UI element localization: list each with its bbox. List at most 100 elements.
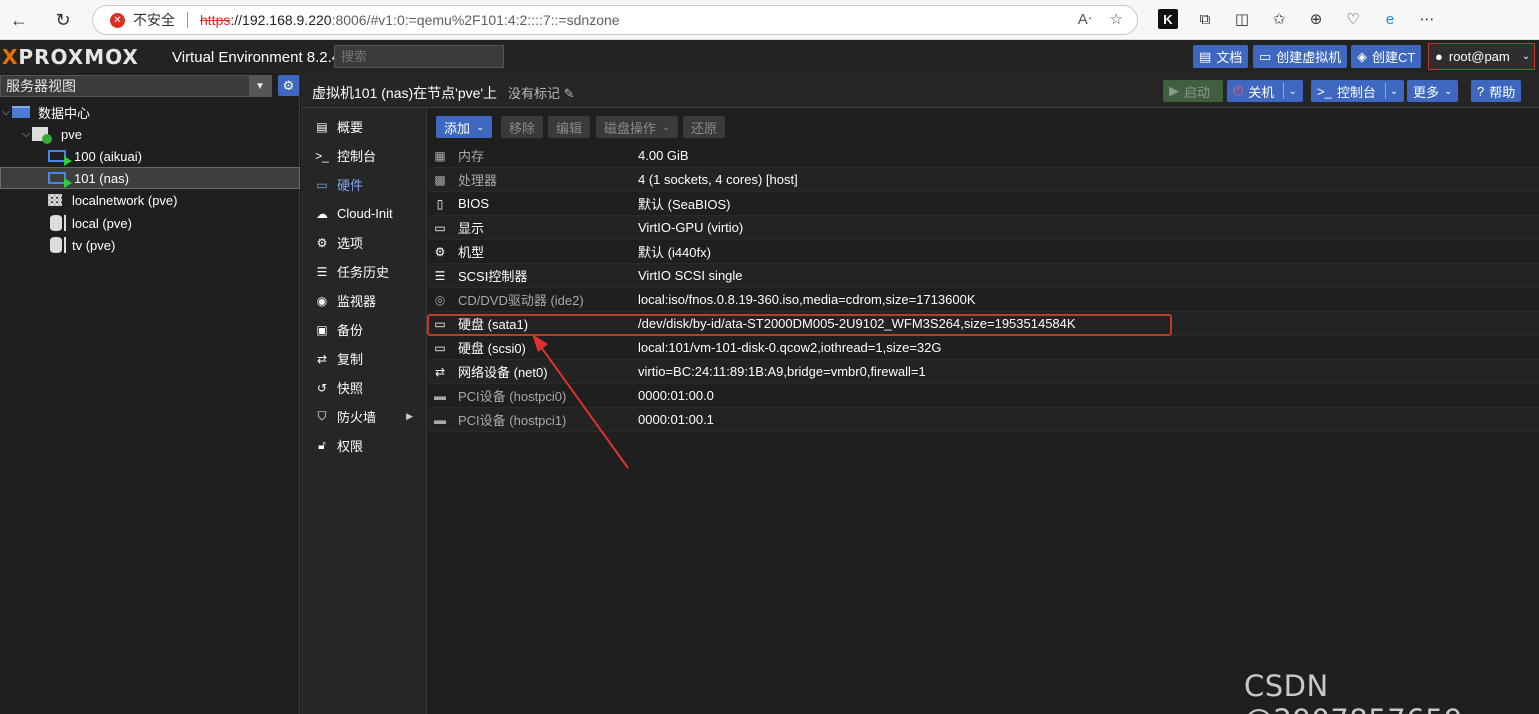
extension-k-icon[interactable]: K bbox=[1158, 9, 1178, 29]
nav-firewall[interactable]: ⛉ 防火墙 ▶ bbox=[301, 402, 427, 431]
add-button[interactable]: 添加 ⌄ bbox=[436, 116, 493, 138]
hw-value: /dev/disk/by-id/ata-ST2000DM005-2U9102_W… bbox=[638, 316, 1076, 331]
resource-tree: 服务器视图 ▼ ⚙ ⌵ 数据中心 ⌵ pve 100 (aikuai) 101 … bbox=[0, 73, 300, 714]
split-screen-icon[interactable]: ◫ bbox=[1232, 9, 1252, 29]
shutdown-button[interactable]: ⏻ 关机 ⌄ bbox=[1227, 80, 1303, 102]
hw-row-scsi-controller[interactable]: ☰ SCSI控制器 VirtIO SCSI single bbox=[428, 264, 1539, 288]
nav-label: 快照 bbox=[337, 381, 364, 396]
docs-button[interactable]: ▤ 文档 bbox=[1193, 45, 1249, 68]
tree-item-datacenter[interactable]: ⌵ 数据中心 bbox=[0, 101, 300, 123]
user-menu-button[interactable]: ● root@pam ⌄ bbox=[1428, 43, 1535, 70]
exchange-icon: ⇄ bbox=[434, 364, 446, 379]
create-vm-button[interactable]: ▭ 创建虚拟机 bbox=[1253, 45, 1348, 68]
hw-row-bios[interactable]: ▯ BIOS 默认 (SeaBIOS) bbox=[428, 192, 1539, 216]
hw-row-disk-sata1[interactable]: ▭ 硬盘 (sata1) /dev/disk/by-id/ata-ST2000D… bbox=[428, 312, 1539, 336]
reload-icon[interactable]: ↻ bbox=[49, 6, 77, 34]
read-aloud-icon[interactable]: Aᐧ bbox=[1078, 10, 1092, 28]
nav-console[interactable]: >_ 控制台 bbox=[301, 141, 427, 170]
start-button[interactable]: ▶ 启动 bbox=[1163, 80, 1223, 102]
nav-options[interactable]: ⚙ 选项 bbox=[301, 228, 427, 257]
hw-row-hostpci1[interactable]: ▬ PCI设备 (hostpci1) 0000:01:00.1 bbox=[428, 408, 1539, 432]
hw-row-hostpci0[interactable]: ▬ PCI设备 (hostpci0) 0000:01:00.0 bbox=[428, 384, 1539, 408]
extensions-puzzle-icon[interactable]: ⧉ bbox=[1195, 9, 1215, 29]
create-vm-label: 创建虚拟机 bbox=[1276, 50, 1342, 65]
vm-title: 虚拟机101 (nas)在节点'pve'上 bbox=[312, 85, 498, 101]
add-label: 添加 bbox=[444, 120, 471, 136]
expand-icon[interactable]: ⌵ bbox=[20, 128, 32, 141]
hw-row-net0[interactable]: ⇄ 网络设备 (net0) virtio=BC:24:11:89:1B:A9,b… bbox=[428, 360, 1539, 384]
hw-row-machine[interactable]: ⚙ 机型 默认 (i440fx) bbox=[428, 240, 1539, 264]
address-bar[interactable]: ✕ 不安全 https ://192.168.9.220 :8006/#v1:0… bbox=[92, 5, 1138, 35]
search-input[interactable] bbox=[334, 45, 504, 68]
create-ct-button[interactable]: ◈ 创建CT bbox=[1351, 45, 1422, 68]
tree-item-storage-local[interactable]: local (pve) bbox=[0, 212, 300, 234]
tags-editor[interactable]: 没有标记 ✎ bbox=[508, 83, 575, 102]
tree-item-storage-tv[interactable]: tv (pve) bbox=[0, 234, 300, 256]
nav-label: 复制 bbox=[337, 352, 364, 367]
help-button[interactable]: ? 帮助 bbox=[1471, 80, 1522, 102]
hw-row-disk-scsi0[interactable]: ▭ 硬盘 (scsi0) local:101/vm-101-disk-0.qco… bbox=[428, 336, 1539, 360]
tree-item-node-pve[interactable]: ⌵ pve bbox=[0, 123, 300, 145]
nav-label: 选项 bbox=[337, 236, 364, 251]
remove-label: 移除 bbox=[509, 120, 536, 136]
disk-action-label: 磁盘操作 bbox=[604, 120, 657, 136]
create-ct-label: 创建CT bbox=[1372, 50, 1416, 65]
hardware-panel: 添加 ⌄ 移除 编辑 磁盘操作 ⌄ 还原 ▦ 内存 4.00 GiB ▩ 处理器 4… bbox=[428, 108, 1539, 714]
chevron-right-icon[interactable]: ▶ bbox=[406, 411, 413, 422]
nav-permissions[interactable]: 🔓︎ 权限 bbox=[301, 431, 427, 460]
nav-replication[interactable]: ⇄ 复制 bbox=[301, 344, 427, 373]
hw-row-memory[interactable]: ▦ 内存 4.00 GiB bbox=[428, 144, 1539, 168]
remove-button[interactable]: 移除 bbox=[501, 116, 544, 138]
console-button[interactable]: >_ 控制台 ⌄ bbox=[1311, 80, 1405, 102]
tree-item-vm-100[interactable]: 100 (aikuai) bbox=[0, 145, 300, 167]
favorite-star-icon[interactable]: ☆ bbox=[1110, 10, 1123, 28]
tree-item-label: localnetwork (pve) bbox=[72, 192, 178, 208]
nav-label: 备份 bbox=[337, 323, 364, 338]
cube-icon: ◈ bbox=[1357, 48, 1367, 64]
performance-icon[interactable]: ♡ bbox=[1343, 9, 1363, 29]
tree-item-sdn-localnetwork[interactable]: localnetwork (pve) bbox=[0, 189, 300, 211]
nav-task-history[interactable]: ☰ 任务历史 bbox=[301, 257, 427, 286]
nav-monitor[interactable]: ◉ 监视器 bbox=[301, 286, 427, 315]
chevron-down-icon[interactable]: ⌄ bbox=[1283, 83, 1297, 99]
docs-label: 文档 bbox=[1216, 50, 1243, 65]
nav-summary[interactable]: ▤ 概要 bbox=[301, 112, 427, 141]
monitor-icon: ▭ bbox=[1259, 48, 1272, 64]
edit-button[interactable]: 编辑 bbox=[548, 116, 591, 138]
nav-label: 控制台 bbox=[337, 149, 377, 164]
insecure-icon: ✕ bbox=[110, 12, 125, 28]
power-icon: ⏻ bbox=[1233, 83, 1244, 98]
help-label: 帮助 bbox=[1489, 84, 1516, 100]
hw-value: 0000:01:00.1 bbox=[638, 412, 714, 427]
cloud-icon: ☁ bbox=[316, 206, 328, 221]
view-selector[interactable]: 服务器视图 ▼ bbox=[0, 75, 272, 97]
edge-icon[interactable]: e bbox=[1380, 9, 1400, 29]
user-label: root@pam bbox=[1448, 49, 1510, 64]
more-button[interactable]: 更多 ⌄ bbox=[1407, 80, 1459, 102]
revert-button[interactable]: 还原 bbox=[683, 116, 726, 138]
chevron-down-icon[interactable]: ⌄ bbox=[1384, 83, 1398, 99]
expand-icon[interactable]: ⌵ bbox=[0, 106, 12, 119]
cogs-icon: ⚙ bbox=[434, 244, 446, 259]
book-icon: ▤ bbox=[316, 119, 328, 134]
gear-icon: ⚙ bbox=[316, 235, 328, 250]
collections-icon[interactable]: ⊕ bbox=[1306, 9, 1326, 29]
back-icon[interactable]: ← bbox=[5, 6, 33, 34]
gear-icon[interactable]: ⚙ bbox=[278, 75, 299, 96]
floppy-icon: ▣ bbox=[316, 322, 328, 337]
disk-action-button[interactable]: 磁盘操作 ⌄ bbox=[596, 116, 679, 138]
favorites-icon[interactable]: ✩ bbox=[1269, 9, 1289, 29]
hw-row-processor[interactable]: ▩ 处理器 4 (1 sockets, 4 cores) [host] bbox=[428, 168, 1539, 192]
nav-cloud-init[interactable]: ☁ Cloud-Init bbox=[301, 199, 427, 228]
nav-hardware[interactable]: ▭ 硬件 bbox=[301, 170, 427, 199]
browser-menu-icon[interactable]: ⋯ bbox=[1417, 9, 1437, 29]
pencil-icon[interactable]: ✎ bbox=[564, 86, 575, 101]
nav-backup[interactable]: ▣ 备份 bbox=[301, 315, 427, 344]
user-icon: ● bbox=[1435, 49, 1443, 64]
hw-row-cdrom[interactable]: ◎ CD/DVD驱动器 (ide2) local:iso/fnos.0.8.19… bbox=[428, 288, 1539, 312]
vm-side-nav: ▤ 概要 >_ 控制台 ▭ 硬件 ☁ Cloud-Init ⚙ 选项 ☰ 任务历史 ◉ 监视器… bbox=[301, 108, 427, 714]
hw-value: VirtIO SCSI single bbox=[638, 268, 743, 283]
tree-item-vm-101[interactable]: 101 (nas) bbox=[0, 167, 300, 189]
nav-snapshots[interactable]: ↺ 快照 bbox=[301, 373, 427, 402]
hw-row-display[interactable]: ▭ 显示 VirtIO-GPU (virtio) bbox=[428, 216, 1539, 240]
